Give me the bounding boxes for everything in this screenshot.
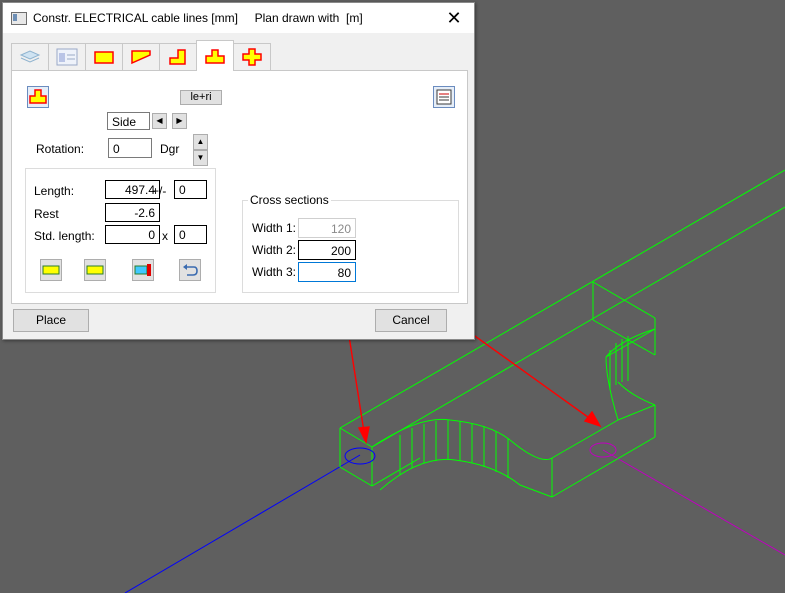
wedge-shape-icon bbox=[131, 50, 151, 65]
segment-end-icon bbox=[134, 264, 151, 276]
shape-preview-button[interactable] bbox=[27, 86, 49, 108]
segment-rest-icon bbox=[86, 265, 104, 275]
side-next-button[interactable]: ▶ bbox=[172, 113, 187, 129]
layers-icon bbox=[19, 50, 41, 63]
rectangle-shape-icon bbox=[94, 51, 114, 64]
list-window-icon bbox=[56, 48, 78, 66]
tab-l-shape[interactable] bbox=[159, 43, 197, 70]
cancel-button[interactable]: Cancel bbox=[375, 309, 447, 332]
window-title: Constr. ELECTRICAL cable lines [mm] Plan… bbox=[33, 11, 363, 25]
side-prev-button[interactable]: ◀ bbox=[152, 113, 167, 129]
rotation-down-button[interactable]: ▼ bbox=[193, 150, 208, 166]
table-view-button[interactable] bbox=[433, 86, 455, 108]
tab-layers[interactable] bbox=[11, 43, 49, 70]
tab-panel: le+ri Side ◀ ▶ Rotation: 0 Dgr ▲ ▼ Lengt… bbox=[11, 70, 468, 304]
close-button[interactable]: ✕ bbox=[434, 3, 474, 33]
rotation-label: Rotation: bbox=[36, 142, 85, 156]
title-bar: Constr. ELECTRICAL cable lines [mm] Plan… bbox=[3, 3, 474, 33]
app-window-icon bbox=[11, 12, 27, 25]
tolerance-input[interactable]: 0 bbox=[174, 180, 207, 199]
rotation-unit: Dgr bbox=[160, 142, 180, 156]
segment-full-button[interactable] bbox=[40, 259, 62, 281]
cable-lines-dialog: Constr. ELECTRICAL cable lines [mm] Plan… bbox=[2, 2, 475, 340]
width3-input[interactable]: 80 bbox=[298, 262, 356, 282]
width2-input[interactable]: 200 bbox=[298, 240, 356, 260]
length-label: Length: bbox=[34, 184, 75, 198]
times-label: x bbox=[162, 229, 168, 243]
undo-icon bbox=[183, 264, 198, 276]
tab-cross-shape[interactable] bbox=[233, 43, 271, 70]
rest-label: Rest bbox=[34, 207, 59, 221]
side-field[interactable]: Side bbox=[107, 112, 150, 130]
plus-minus-label: +/- bbox=[152, 184, 167, 198]
rest-input[interactable]: -2.6 bbox=[105, 203, 160, 222]
segment-full-icon bbox=[42, 265, 60, 275]
width3-label: Width 3: bbox=[252, 265, 297, 279]
rotation-input[interactable]: 0 bbox=[108, 138, 152, 158]
tab-t-shape[interactable] bbox=[196, 40, 234, 71]
segment-rest-button[interactable] bbox=[84, 259, 106, 281]
axis-lines bbox=[124, 449, 785, 593]
table-icon bbox=[436, 89, 452, 105]
tab-wedge[interactable] bbox=[122, 43, 160, 70]
t-shape-icon bbox=[29, 89, 47, 104]
l-shape-icon bbox=[169, 49, 186, 65]
std-length-input[interactable]: 0 bbox=[105, 225, 160, 244]
width2-label: Width 2: bbox=[252, 243, 297, 257]
t-shape-icon bbox=[205, 49, 225, 64]
rotation-up-button[interactable]: ▲ bbox=[193, 134, 208, 150]
tab-list-window[interactable] bbox=[48, 43, 86, 70]
place-button[interactable]: Place bbox=[13, 309, 89, 332]
tab-rectangle[interactable] bbox=[85, 43, 123, 70]
cross-shape-icon bbox=[242, 48, 262, 66]
length-group: Length: 497.4 +/- 0 Rest -2.6 Std. lengt… bbox=[25, 168, 216, 293]
count-input[interactable]: 0 bbox=[174, 225, 207, 244]
width1-input[interactable]: 120 bbox=[298, 218, 356, 238]
left-right-mode-button[interactable]: le+ri bbox=[180, 90, 222, 105]
connector-marker-blue bbox=[344, 447, 376, 465]
undo-button[interactable] bbox=[179, 259, 201, 281]
width1-label: Width 1: bbox=[252, 221, 297, 235]
cross-sections-group: Cross sections Width 1: 120 Width 2: 200… bbox=[242, 193, 459, 293]
std-length-label: Std. length: bbox=[34, 229, 95, 243]
segment-end-button[interactable] bbox=[132, 259, 154, 281]
cross-sections-title: Cross sections bbox=[248, 193, 331, 207]
